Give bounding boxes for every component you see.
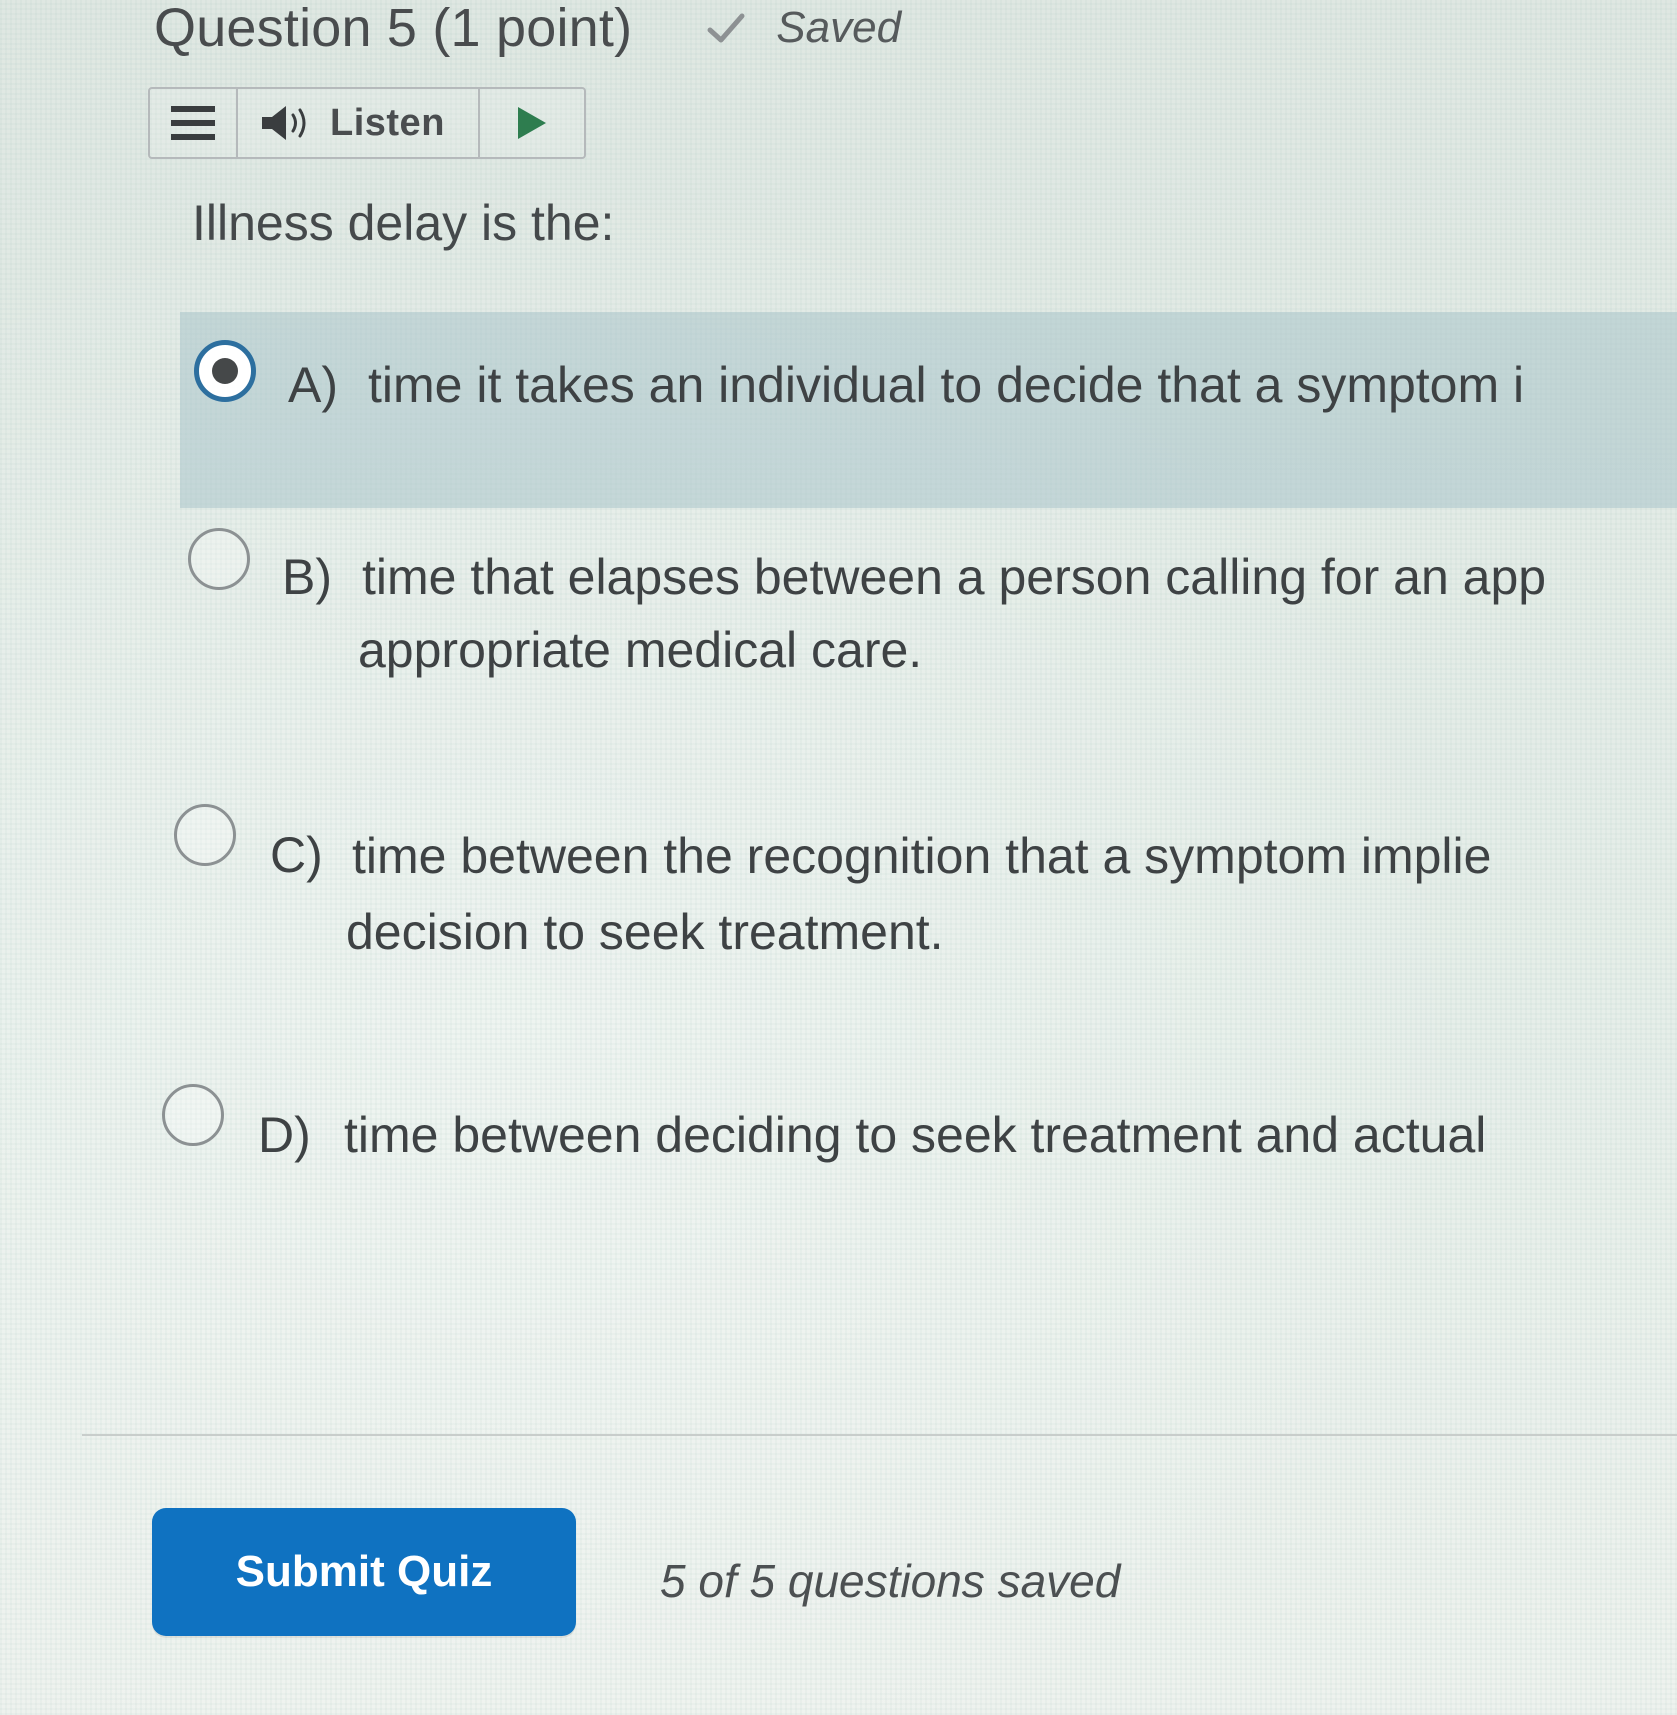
questions-saved-status: 5 of 5 questions saved [660,1555,1121,1607]
option-text-line: decision to seek treatment. [346,904,944,960]
option-letter: C) [270,827,323,883]
checkmark-icon [707,13,745,43]
option-letter: B) [282,549,332,605]
radio-button-selected[interactable] [194,340,256,402]
answer-option-d[interactable]: D) time between deciding to seek treatme… [158,1080,1677,1190]
radio-button[interactable] [188,528,250,590]
option-text-line: time between deciding to seek treatment … [344,1107,1487,1163]
speaker-icon [262,106,306,140]
listen-label: Listen [330,101,445,144]
question-title: Question 5 (1 point) [154,0,633,58]
question-prompt: Illness delay is the: [192,195,615,251]
option-letter: A) [288,357,338,413]
option-text-line: time it takes an individual to decide th… [368,357,1525,413]
section-divider [82,1434,1677,1436]
option-letter: D) [258,1107,311,1163]
listen-button[interactable]: Listen [238,89,480,157]
answer-option-c[interactable]: C) time between the recognition that a s… [170,796,1677,986]
submit-quiz-button[interactable]: Submit Quiz [152,1508,576,1636]
readspeaker-toolbar: Listen [148,87,586,159]
saved-label: Saved [776,3,902,52]
radio-button[interactable] [162,1084,224,1146]
saved-status: Saved [704,3,901,53]
answer-option-a[interactable]: A) time it takes an individual to decide… [180,312,1677,508]
option-text-line: time that elapses between a person calli… [362,549,1547,605]
hamburger-menu-icon [171,106,215,140]
option-text-line: appropriate medical care. [358,622,923,678]
toolbar-menu-button[interactable] [150,89,238,157]
question-header: Question 5 (1 point) Saved [154,0,901,60]
play-icon [518,107,546,139]
option-text-line: time between the recognition that a symp… [352,828,1492,884]
answer-option-b[interactable]: B) time that elapses between a person ca… [180,520,1677,710]
play-button[interactable] [480,89,584,157]
radio-button[interactable] [174,804,236,866]
